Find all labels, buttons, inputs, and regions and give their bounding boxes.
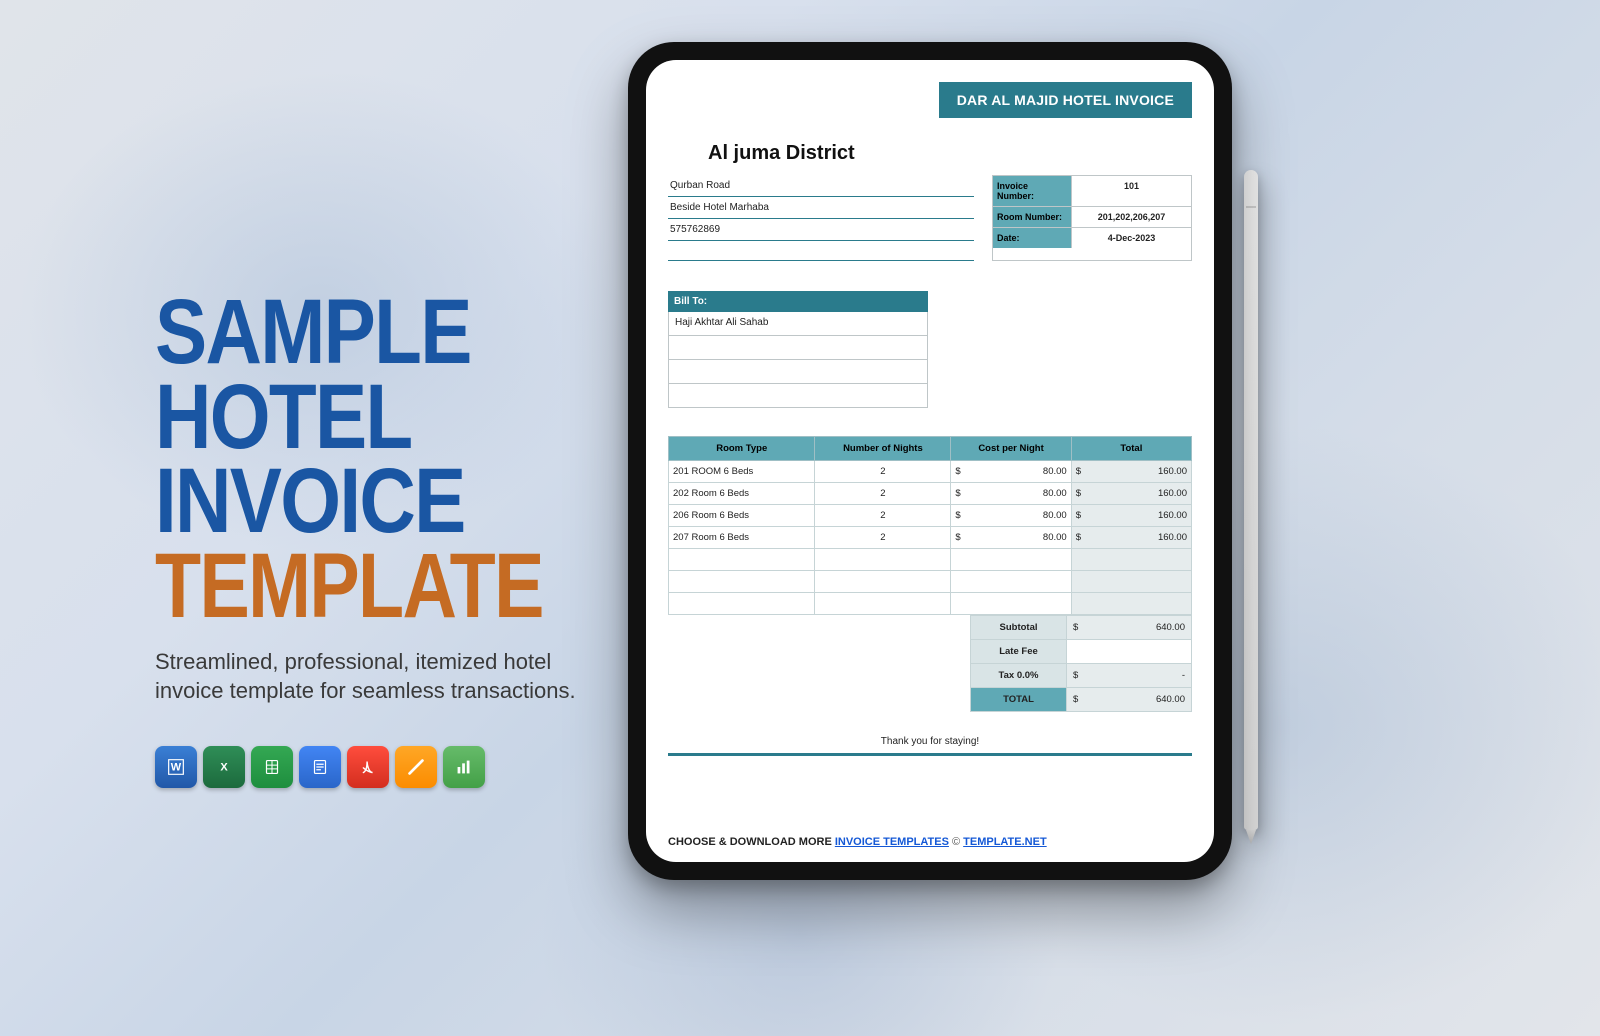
apple-pages-icon bbox=[395, 746, 437, 788]
bill-to-blank-2 bbox=[668, 360, 928, 384]
cell-room: 207 Room 6 Beds bbox=[669, 527, 815, 549]
footer-link-templates[interactable]: INVOICE TEMPLATES bbox=[835, 836, 949, 848]
hero-line-4: TEMPLATE bbox=[155, 544, 524, 629]
promo-panel: SAMPLE HOTEL INVOICE TEMPLATE Streamline… bbox=[155, 290, 605, 788]
district-heading: Al juma District bbox=[708, 142, 1192, 165]
tax-label: Tax 0.0% bbox=[971, 664, 1067, 688]
svg-text:X: X bbox=[220, 762, 228, 774]
table-row: 207 Room 6 Beds2$80.00$160.00 bbox=[669, 527, 1192, 549]
cell-total: $160.00 bbox=[1071, 527, 1191, 549]
cell-nights: 2 bbox=[815, 483, 951, 505]
apple-numbers-icon bbox=[443, 746, 485, 788]
date-value: 4-Dec-2023 bbox=[1071, 228, 1191, 248]
col-nights: Number of Nights bbox=[815, 437, 951, 461]
grand-total-label: TOTAL bbox=[971, 688, 1067, 712]
cell-room: 201 ROOM 6 Beds bbox=[669, 461, 815, 483]
address-line-1: Qurban Road bbox=[668, 175, 974, 197]
cell-room: 202 Room 6 Beds bbox=[669, 483, 815, 505]
bill-to-name: Haji Akhtar Ali Sahab bbox=[668, 312, 928, 336]
cell-cost: $80.00 bbox=[951, 483, 1071, 505]
col-total: Total bbox=[1071, 437, 1191, 461]
address-line-2: Beside Hotel Marhaba bbox=[668, 197, 974, 219]
date-label: Date: bbox=[993, 228, 1071, 248]
hero-line-3: INVOICE bbox=[155, 459, 538, 544]
bill-to-block: Bill To: Haji Akhtar Ali Sahab bbox=[668, 291, 928, 408]
bill-to-blank-1 bbox=[668, 336, 928, 360]
col-cost: Cost per Night bbox=[951, 437, 1071, 461]
room-number-value: 201,202,206,207 bbox=[1071, 207, 1191, 228]
cell-nights: 2 bbox=[815, 527, 951, 549]
latefee-label: Late Fee bbox=[971, 640, 1067, 664]
address-block: Qurban Road Beside Hotel Marhaba 5757628… bbox=[668, 175, 974, 261]
google-sheets-icon bbox=[251, 746, 293, 788]
cell-total: $160.00 bbox=[1071, 461, 1191, 483]
table-row-blank bbox=[669, 571, 1192, 593]
google-docs-icon bbox=[299, 746, 341, 788]
thank-you-text: Thank you for staying! bbox=[668, 736, 1192, 747]
room-number-label: Room Number: bbox=[993, 207, 1071, 228]
tablet-mockup: DAR AL MAJID HOTEL INVOICE Al juma Distr… bbox=[628, 42, 1232, 880]
col-room-type: Room Type bbox=[669, 437, 815, 461]
line-items-table: Room Type Number of Nights Cost per Nigh… bbox=[668, 436, 1192, 615]
latefee-value bbox=[1067, 640, 1192, 664]
table-row-blank bbox=[669, 593, 1192, 615]
cell-nights: 2 bbox=[815, 461, 951, 483]
cell-cost: $80.00 bbox=[951, 461, 1071, 483]
cell-cost: $80.00 bbox=[951, 505, 1071, 527]
invoice-document: DAR AL MAJID HOTEL INVOICE Al juma Distr… bbox=[646, 60, 1214, 862]
footer-copyright: © bbox=[949, 836, 963, 848]
footer-link-site[interactable]: TEMPLATE.NET bbox=[963, 836, 1047, 848]
grand-total-value: $640.00 bbox=[1067, 688, 1192, 712]
table-row: 201 ROOM 6 Beds2$80.00$160.00 bbox=[669, 461, 1192, 483]
invoice-number-value: 101 bbox=[1071, 176, 1191, 207]
footer-lead: CHOOSE & DOWNLOAD MORE bbox=[668, 836, 835, 848]
invoice-number-label: Invoice Number: bbox=[993, 176, 1071, 207]
cell-total: $160.00 bbox=[1071, 505, 1191, 527]
svg-text:W: W bbox=[171, 762, 182, 774]
ms-excel-icon: X bbox=[203, 746, 245, 788]
tax-value: $- bbox=[1067, 664, 1192, 688]
pdf-icon bbox=[347, 746, 389, 788]
invoice-banner: DAR AL MAJID HOTEL INVOICE bbox=[939, 82, 1192, 118]
bill-to-header: Bill To: bbox=[668, 291, 928, 312]
cell-room: 206 Room 6 Beds bbox=[669, 505, 815, 527]
bill-to-blank-3 bbox=[668, 384, 928, 408]
subtotal-value: $640.00 bbox=[1067, 616, 1192, 640]
cell-nights: 2 bbox=[815, 505, 951, 527]
subtotal-label: Subtotal bbox=[971, 616, 1067, 640]
totals-table: Subtotal $640.00 Late Fee Tax 0.0% $- TO… bbox=[970, 615, 1192, 712]
hero-line-2: HOTEL bbox=[155, 375, 538, 460]
divider bbox=[668, 753, 1192, 756]
tagline: Streamlined, professional, itemized hote… bbox=[155, 647, 595, 706]
address-line-3: 575762869 bbox=[668, 219, 974, 241]
table-row: 206 Room 6 Beds2$80.00$160.00 bbox=[669, 505, 1192, 527]
app-icons-row: W X bbox=[155, 746, 605, 788]
hero-line-1: SAMPLE bbox=[155, 290, 538, 375]
cell-total: $160.00 bbox=[1071, 483, 1191, 505]
address-line-blank bbox=[668, 241, 974, 261]
apple-pencil bbox=[1244, 170, 1258, 830]
invoice-meta-table: Invoice Number: 101 Room Number: 201,202… bbox=[992, 175, 1192, 261]
table-row-blank bbox=[669, 549, 1192, 571]
cell-cost: $80.00 bbox=[951, 527, 1071, 549]
footer: CHOOSE & DOWNLOAD MORE INVOICE TEMPLATES… bbox=[668, 824, 1192, 848]
ms-word-icon: W bbox=[155, 746, 197, 788]
table-row: 202 Room 6 Beds2$80.00$160.00 bbox=[669, 483, 1192, 505]
